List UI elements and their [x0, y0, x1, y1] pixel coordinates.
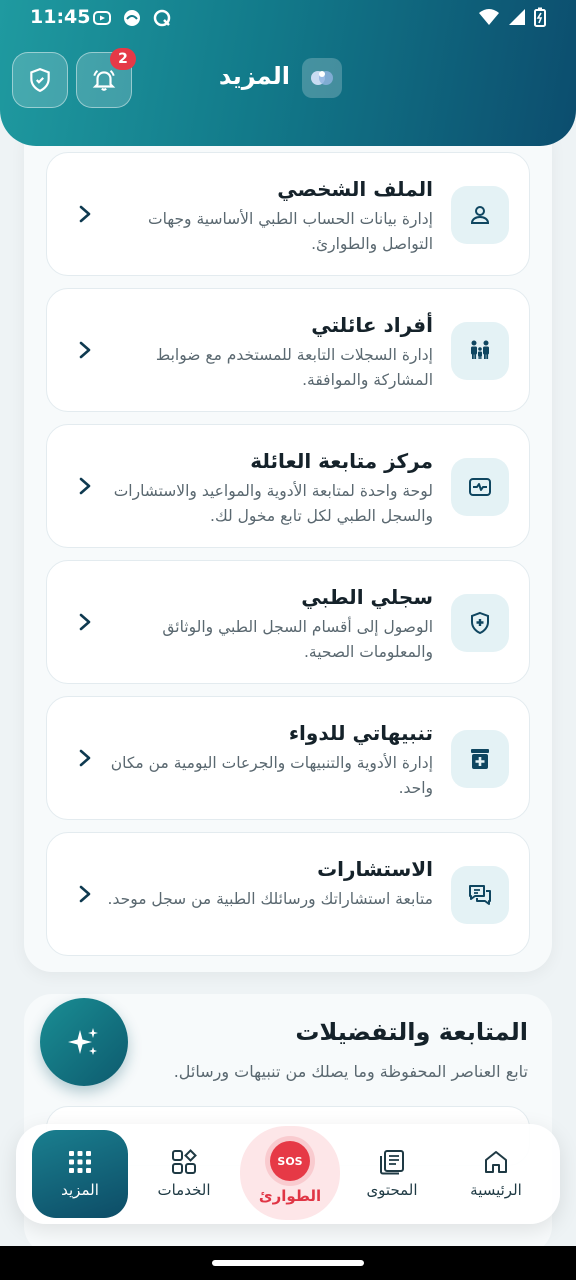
youtube-icon — [92, 8, 112, 28]
menu-item-title: مركز متابعة العائلة — [250, 449, 433, 473]
wifi-icon — [478, 8, 500, 31]
nav-home[interactable]: الرئيسية — [444, 1124, 548, 1224]
app-header: 11:45 2 المزيد — [0, 0, 576, 146]
menu-item-title: الملف الشخصي — [277, 177, 433, 201]
menu-item-family[interactable]: أفراد عائلتي إدارة السجلات التابعة للمست… — [46, 288, 530, 412]
menu-item-consultations[interactable]: الاستشارات متابعة استشاراتك ورسائلك الطب… — [46, 832, 530, 956]
home-gesture-handle[interactable] — [212, 1260, 364, 1266]
menu-item-desc: إدارة السجلات التابعة للمستخدم مع ضوابط … — [155, 346, 433, 389]
chat-icon — [469, 885, 491, 905]
shield-check-icon — [30, 68, 50, 93]
nav-label: المزيد — [61, 1181, 99, 1199]
chevron-right-icon — [79, 613, 91, 631]
nav-more[interactable]: المزيد — [32, 1130, 128, 1218]
nav-emergency[interactable]: SOS الطوارئ — [240, 1126, 340, 1220]
sos-icon: SOS — [270, 1141, 310, 1181]
menu-item-medication-alerts[interactable]: تنبيهاتي للدواء إدارة الأدوية والتنبيهات… — [46, 696, 530, 820]
menu-item-desc: لوحة واحدة لمتابعة الأدوية والمواعيد وال… — [113, 482, 433, 525]
menu-item-desc: متابعة استشاراتك ورسائلك الطبية من سجل م… — [107, 890, 433, 908]
section-title: المتابعة والتفضيلات — [295, 1018, 528, 1046]
bell-icon — [92, 70, 116, 91]
chevron-right-icon — [79, 477, 91, 495]
menu-item-family-center[interactable]: مركز متابعة العائلة لوحة واحدة لمتابعة ا… — [46, 424, 530, 548]
section-subtitle: تابع العناصر المحفوظة وما يصلك من تنبيها… — [173, 1062, 528, 1081]
bottom-nav: المزيد الخدمات SOS الطوارئ المحتوى الرئي… — [16, 1124, 560, 1224]
sparkles-icon — [68, 1028, 98, 1055]
home-icon — [485, 1151, 507, 1173]
menu-item-title: أفراد عائلتي — [311, 313, 433, 337]
nav-label: الطوارئ — [258, 1187, 322, 1205]
status-bar: 11:45 — [0, 0, 576, 36]
person-icon — [470, 206, 490, 224]
menu-item-title: سجلي الطبي — [301, 585, 433, 609]
chevron-right-icon — [79, 749, 91, 767]
security-button[interactable] — [12, 52, 68, 108]
status-time: 11:45 — [30, 6, 91, 28]
signal-icon — [508, 8, 526, 31]
ai-assistant-button[interactable] — [40, 998, 128, 1086]
medicine-icon — [471, 749, 489, 769]
monitor-pulse-icon — [469, 478, 491, 496]
menu-item-desc: الوصول إلى أقسام السجل الطبي والوثائق وا… — [162, 618, 433, 661]
shield-plus-icon — [471, 611, 489, 635]
menu-item-desc: إدارة الأدوية والتنبيهات والجرعات اليومي… — [110, 754, 433, 797]
chevron-right-icon — [79, 205, 91, 223]
system-nav-bar — [0, 1246, 576, 1280]
grid-icon — [69, 1151, 91, 1173]
nav-services[interactable]: الخدمات — [132, 1124, 236, 1224]
battery-icon — [534, 7, 546, 32]
app-logo — [302, 58, 342, 98]
services-icon — [172, 1149, 197, 1174]
app-notification-icon — [122, 8, 142, 28]
family-icon — [471, 340, 489, 359]
menu-item-profile[interactable]: الملف الشخصي إدارة بيانات الحساب الطبي ا… — [46, 152, 530, 276]
logo-icon — [311, 71, 333, 85]
page-title: المزيد — [218, 62, 290, 90]
chevron-right-icon — [79, 341, 91, 359]
nav-label: الرئيسية — [470, 1181, 522, 1199]
menu-item-desc: إدارة بيانات الحساب الطبي الأساسية وجهات… — [148, 210, 433, 253]
notification-count-badge: 2 — [110, 48, 136, 70]
nav-label: الخدمات — [157, 1181, 211, 1199]
article-icon — [380, 1150, 404, 1175]
nav-label: المحتوى — [366, 1181, 418, 1199]
chevron-right-icon — [79, 885, 91, 903]
nav-content[interactable]: المحتوى — [340, 1124, 444, 1224]
menu-item-title: الاستشارات — [317, 857, 433, 881]
sync-icon — [152, 8, 172, 28]
menu-item-medical-record[interactable]: سجلي الطبي الوصول إلى أقسام السجل الطبي … — [46, 560, 530, 684]
menu-item-title: تنبيهاتي للدواء — [288, 721, 433, 745]
